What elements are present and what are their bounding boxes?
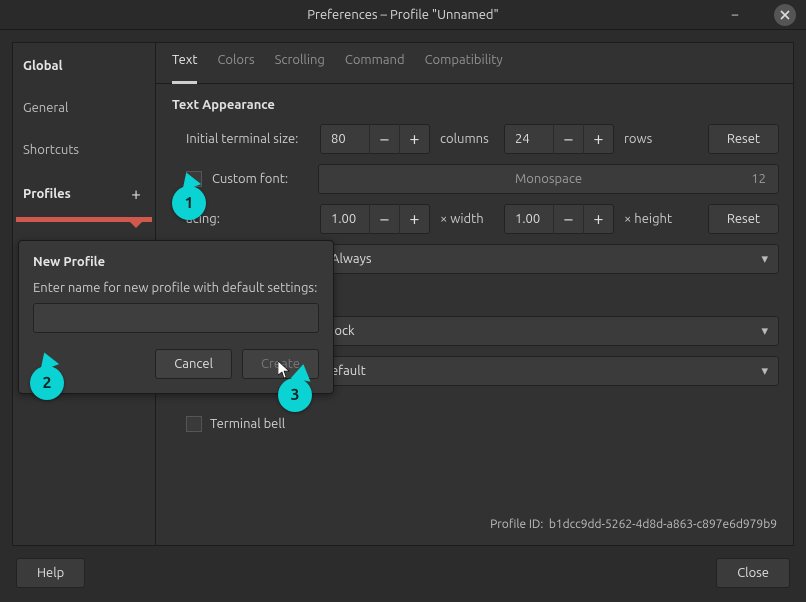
custom-font-size: 12 bbox=[751, 172, 766, 186]
height-increment[interactable]: + bbox=[583, 204, 613, 234]
chevron-down-icon: ▾ bbox=[761, 324, 768, 339]
profile-id-value: b1dcc9dd-5262-4d8d-a863-c897e6d979b9 bbox=[549, 518, 777, 531]
rows-stepper[interactable]: 24 − + bbox=[504, 124, 614, 154]
popover-title: New Profile bbox=[33, 255, 319, 269]
width-increment[interactable]: + bbox=[399, 204, 429, 234]
tab-text[interactable]: Text bbox=[172, 53, 197, 84]
rows-unit: rows bbox=[624, 132, 658, 146]
initial-size-label: Initial terminal size: bbox=[186, 132, 310, 146]
height-value: 1.00 bbox=[505, 212, 553, 226]
cursor-shape-dropdown[interactable]: lock ▾ bbox=[320, 316, 779, 346]
custom-font-label: Custom font: bbox=[212, 172, 308, 186]
custom-font-row: Custom font: Monospace 12 bbox=[170, 164, 779, 194]
columns-value: 80 bbox=[321, 132, 369, 146]
profile-id-line: Profile ID: b1dcc9dd-5262-4d8d-a863-c897… bbox=[170, 510, 779, 537]
cancel-button[interactable]: Cancel bbox=[155, 349, 232, 379]
profile-id-label: Profile ID: bbox=[490, 518, 543, 531]
add-profile-button[interactable]: + bbox=[127, 185, 145, 203]
help-button[interactable]: Help bbox=[16, 558, 85, 588]
height-decrement[interactable]: − bbox=[553, 204, 583, 234]
columns-increment[interactable]: + bbox=[399, 124, 429, 154]
height-stepper[interactable]: 1.00 − + bbox=[504, 204, 614, 234]
columns-stepper[interactable]: 80 − + bbox=[320, 124, 430, 154]
height-unit: × height bbox=[624, 212, 678, 226]
text-appearance-heading: Text Appearance bbox=[172, 98, 779, 112]
rows-increment[interactable]: + bbox=[583, 124, 613, 154]
width-decrement[interactable]: − bbox=[369, 204, 399, 234]
chevron-down-icon: ▾ bbox=[761, 252, 768, 267]
cursor-blink-dropdown[interactable]: efault ▾ bbox=[320, 356, 779, 386]
cell-spacing-label-partial: acing: bbox=[186, 212, 310, 226]
sidebar-global-label: Global bbox=[13, 43, 155, 87]
columns-unit: columns bbox=[440, 132, 494, 146]
sidebar-profiles-row: Profiles + bbox=[13, 171, 155, 217]
close-button[interactable]: Close bbox=[716, 558, 790, 588]
annotation-marker-3: 3 bbox=[278, 378, 312, 412]
initial-size-reset-button[interactable]: Reset bbox=[708, 124, 779, 154]
sidebar-item-shortcuts[interactable]: Shortcuts bbox=[13, 129, 155, 171]
rows-decrement[interactable]: − bbox=[553, 124, 583, 154]
new-profile-popover: New Profile Enter name for new profile w… bbox=[18, 240, 334, 394]
initial-size-row: Initial terminal size: 80 − + columns 24… bbox=[170, 124, 779, 154]
tab-compatibility[interactable]: Compatibility bbox=[425, 53, 503, 75]
terminal-bell-row: Terminal bell bbox=[170, 416, 779, 432]
width-unit: × width bbox=[440, 212, 494, 226]
annotation-marker-2: 2 bbox=[30, 366, 64, 400]
cell-spacing-row: acing: 1.00 − + × width 1.00 − + × heigh… bbox=[170, 204, 779, 234]
blinking-dropdown[interactable]: Always ▾ bbox=[320, 244, 779, 274]
tab-scrolling[interactable]: Scrolling bbox=[275, 53, 325, 75]
sidebar-active-indicator bbox=[16, 217, 152, 222]
window-close-button[interactable] bbox=[774, 4, 796, 26]
width-stepper[interactable]: 1.00 − + bbox=[320, 204, 430, 234]
custom-font-name: Monospace bbox=[515, 172, 582, 186]
custom-font-button[interactable]: Monospace 12 bbox=[318, 164, 779, 194]
window-title: Preferences – Profile "Unnamed" bbox=[307, 8, 499, 22]
chevron-down-icon: ▾ bbox=[761, 364, 768, 379]
tab-colors[interactable]: Colors bbox=[217, 53, 254, 75]
width-value: 1.00 bbox=[321, 212, 369, 226]
rows-value: 24 bbox=[505, 132, 553, 146]
profile-name-input[interactable] bbox=[33, 303, 319, 333]
cell-spacing-reset-button[interactable]: Reset bbox=[708, 204, 779, 234]
columns-decrement[interactable]: − bbox=[369, 124, 399, 154]
cursor-blink-value-partial: efault bbox=[331, 364, 366, 378]
sidebar-profiles-label: Profiles bbox=[23, 187, 71, 201]
window-minimize-button[interactable]: – bbox=[724, 4, 746, 26]
cursor-shape-value-partial: lock bbox=[331, 324, 355, 338]
terminal-bell-label: Terminal bell bbox=[210, 417, 285, 431]
tab-bar: Text Colors Scrolling Command Compatibil… bbox=[156, 43, 793, 84]
plus-icon: + bbox=[131, 186, 141, 203]
popover-buttons: Cancel Create bbox=[33, 349, 319, 379]
close-icon bbox=[779, 9, 791, 21]
blinking-value: Always bbox=[331, 252, 372, 266]
bottom-bar: Help Close bbox=[0, 546, 806, 600]
window-titlebar: Preferences – Profile "Unnamed" – bbox=[0, 0, 806, 30]
popover-description: Enter name for new profile with default … bbox=[33, 281, 319, 295]
terminal-bell-checkbox[interactable] bbox=[186, 416, 202, 432]
annotation-marker-1: 1 bbox=[172, 186, 206, 220]
tab-command[interactable]: Command bbox=[345, 53, 405, 75]
sidebar-item-general[interactable]: General bbox=[13, 87, 155, 129]
